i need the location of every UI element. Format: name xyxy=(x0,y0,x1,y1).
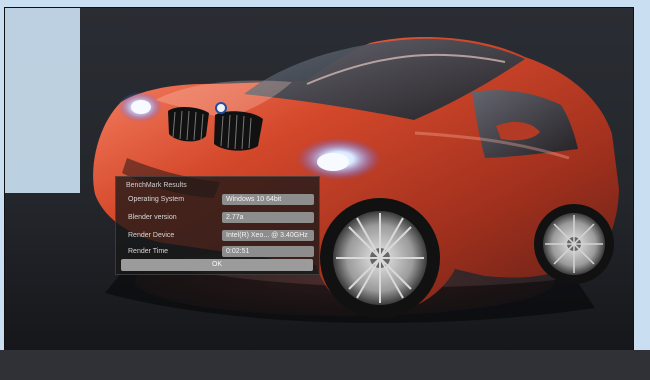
render-time-label: Render Time xyxy=(128,248,169,255)
right-headlight xyxy=(297,138,381,180)
render-device-value: Intel(R) Xeo... @ 3.40GHz xyxy=(222,230,314,241)
render-viewport: BenchMark Results Operating System Windo… xyxy=(5,8,633,358)
front-wheel xyxy=(320,198,440,318)
result-row-blender-version: Blender version 2.77a xyxy=(124,212,314,224)
blender-version-label: Blender version xyxy=(128,214,177,221)
dialog-title: BenchMark Results xyxy=(126,182,187,189)
operating-system-label: Operating System xyxy=(128,196,185,203)
bottom-background-bar xyxy=(0,350,650,380)
left-headlight xyxy=(118,92,162,122)
bmw-logo xyxy=(215,102,227,114)
ok-button[interactable]: OK xyxy=(121,259,313,271)
result-row-render-time: Render Time 0:02:51 xyxy=(124,246,314,258)
result-row-render-device: Render Device Intel(R) Xeo... @ 3.40GHz xyxy=(124,230,314,242)
blender-render-screen: BenchMark Results Operating System Windo… xyxy=(0,0,650,380)
result-row-operating-system: Operating System Windows 10 64bit xyxy=(124,194,314,206)
blender-version-value: 2.77a xyxy=(222,212,314,223)
render-time-value: 0:02:51 xyxy=(222,246,314,257)
benchmark-results-dialog: BenchMark Results Operating System Windo… xyxy=(115,176,320,275)
operating-system-value: Windows 10 64bit xyxy=(222,194,314,205)
render-device-label: Render Device xyxy=(128,232,175,239)
rear-wheel xyxy=(534,204,614,284)
